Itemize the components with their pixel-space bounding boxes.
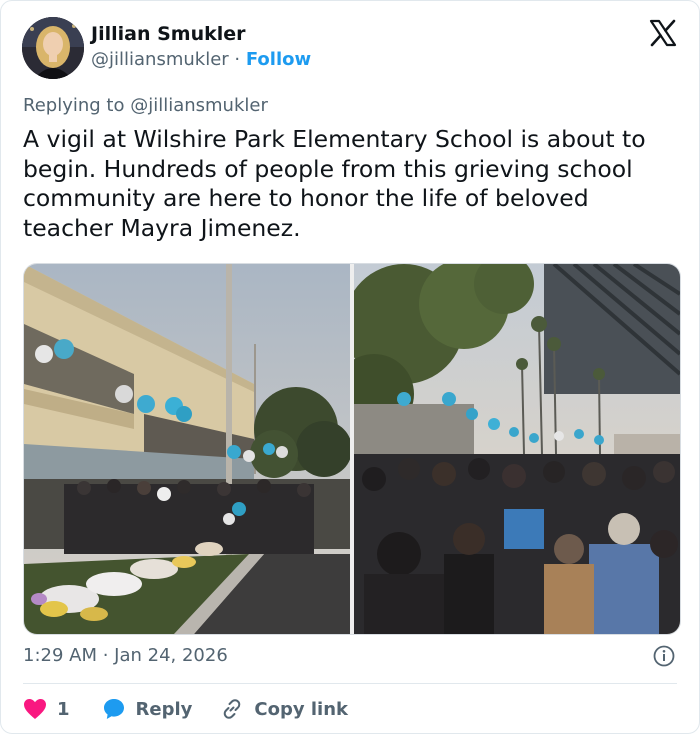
tweet-text: A vigil at Wilshire Park Elementary Scho…	[23, 125, 646, 242]
avatar[interactable]	[22, 17, 84, 79]
link-icon	[224, 699, 241, 719]
vigil-photo-building[interactable]	[24, 264, 352, 634]
tweet-card: Jillian Smukler @jilliansmukler · Follow…	[0, 0, 700, 734]
x-logo-icon[interactable]	[649, 19, 677, 47]
like-count: 1	[57, 698, 70, 720]
author-name[interactable]: Jillian Smukler	[91, 23, 246, 45]
reply-bubble-icon	[103, 699, 124, 719]
info-icon[interactable]	[653, 645, 675, 667]
replying-to-label: Replying to @jilliansmukler	[23, 95, 268, 116]
follow-button[interactable]: Follow	[246, 49, 311, 70]
action-bar: 1 Reply Copy link	[23, 695, 348, 723]
author-handle[interactable]: @jilliansmukler	[91, 49, 229, 70]
divider	[23, 683, 677, 684]
media-grid	[23, 263, 681, 635]
separator-dot: ·	[228, 49, 246, 70]
reply-button[interactable]: Reply	[102, 697, 221, 721]
heart-icon	[24, 699, 46, 719]
copy-link-button[interactable]: Copy link	[220, 697, 348, 721]
vigil-photo-crowd[interactable]	[334, 264, 680, 634]
tweet-timestamp[interactable]: 1:29 AM · Jan 24, 2026	[23, 645, 228, 666]
reply-label: Reply	[135, 698, 193, 720]
author-handle-line: @jilliansmukler · Follow	[91, 49, 311, 70]
copy-link-label: Copy link	[254, 698, 348, 720]
like-button[interactable]: 1	[23, 698, 102, 720]
